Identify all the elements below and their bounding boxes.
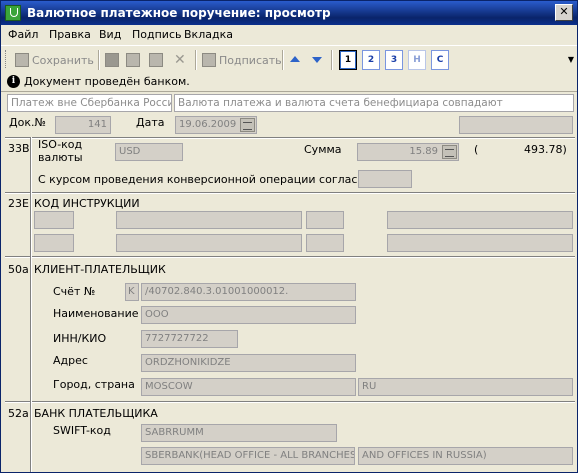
divider [5,137,575,139]
swift-code-field[interactable]: SABRRUMM [141,424,337,442]
sum-value: 15.89 [409,146,438,157]
instruction-code-field[interactable] [306,211,344,229]
toolbar-separator [98,50,100,70]
address-field[interactable]: ORDZHONIKIDZE [141,354,356,372]
print-icon [105,53,119,67]
app-icon [5,5,21,21]
print-button[interactable] [105,51,122,69]
sign-button[interactable]: Подписать [202,51,282,69]
section-code-52a: 52a [8,407,29,420]
save-button[interactable]: Сохранить [15,51,94,69]
column-divider [30,137,32,472]
toolbar-separator [282,50,284,70]
payment-order-window: Валютное платежное поручение: просмотр ✕… [0,0,578,473]
page-h-button[interactable]: H [408,50,426,70]
date-label: Дата [136,116,165,129]
divider [5,192,575,194]
calculator-icon[interactable] [442,145,457,159]
menu-tab[interactable]: Вкладка [184,28,233,41]
payment-type-field[interactable]: Платеж вне Сбербанка России [7,94,172,112]
account-prefix-field[interactable]: K [125,283,139,301]
title-bar[interactable]: Валютное платежное поручение: просмотр ✕ [1,1,577,25]
account-field[interactable]: /40702.840.3.01001000012. [141,283,356,301]
toolbar-separator [195,50,197,70]
delete-icon: ✕ [174,52,186,68]
sum-field[interactable]: 15.89 [357,143,459,161]
extra-header-field[interactable] [459,116,573,134]
divider [5,401,575,403]
currency-note-field[interactable]: Валюта платежа и валюта счета бенефициар… [174,94,574,112]
calendar-icon[interactable] [240,118,255,132]
toolbar-grip[interactable] [5,50,9,68]
instruction-code-title: КОД ИНСТРУКЦИИ [34,197,140,210]
iso-code-label-line2: валюты [38,151,83,164]
page-1-button[interactable]: 1 [339,50,357,70]
paste-icon [149,53,163,67]
instruction-info-field[interactable] [387,234,573,252]
save-icon [15,53,29,67]
iso-code-field[interactable]: USD [115,143,183,161]
conversion-rate-field[interactable] [358,170,412,188]
info-message: Документ проведён банком. [24,75,190,88]
toolbar: Сохранить ✕ Подписать 1 2 3 H C ▼ [1,45,577,75]
sign-button-label: Подписать [219,53,282,67]
toolbar-separator [331,50,333,70]
copy-icon [126,53,140,67]
menu-edit[interactable]: Правка [49,28,91,41]
name-field[interactable]: ООО [141,306,356,324]
payment-form: Платеж вне Сбербанка России Валюта плате… [1,92,577,472]
iso-code-label-line1: ISO-код [38,138,83,151]
inn-field[interactable]: 7727727722 [141,330,238,348]
payer-bank-title: БАНК ПЛАТЕЛЬЩИКА [34,407,158,420]
save-button-label: Сохранить [32,53,94,67]
city-country-label: Город, страна [53,378,135,391]
page-c-button[interactable]: C [431,50,449,70]
close-button[interactable]: ✕ [555,4,573,21]
date-value: 19.06.2009 [179,119,237,130]
divider [5,256,575,258]
instruction-code-field[interactable] [306,234,344,252]
section-code-33b: 33B [8,142,30,155]
country-field[interactable]: RU [358,378,573,396]
page-3-button[interactable]: 3 [385,50,403,70]
delete-button[interactable]: ✕ [174,51,186,69]
instruction-info-field[interactable] [116,234,302,252]
doc-number-label: Док.№ [9,116,46,129]
menu-sign[interactable]: Подпись [132,28,181,41]
name-label: Наименование [53,307,139,320]
account-label: Счёт № [53,285,96,298]
menu-bar: Файл Правка Вид Подпись Вкладка [1,25,577,45]
date-field[interactable]: 19.06.2009 [175,116,257,134]
arrow-up-icon[interactable] [290,56,300,62]
instruction-info-field[interactable] [116,211,302,229]
converted-amount: 493.78) [524,143,567,156]
copy-button[interactable] [126,51,143,69]
instruction-info-field[interactable] [387,211,573,229]
menu-view[interactable]: Вид [99,28,121,41]
menu-file[interactable]: Файл [8,28,38,41]
doc-number-field[interactable]: 141 [55,116,111,134]
bank-name-continued-field[interactable]: AND OFFICES IN RUSSIA) [358,447,573,465]
window-title: Валютное платежное поручение: просмотр [27,6,331,20]
toolbar-overflow-icon[interactable]: ▼ [567,50,575,70]
paste-button[interactable] [149,51,166,69]
instruction-code-field[interactable] [34,211,74,229]
swift-code-label: SWIFT-код [53,424,111,437]
inn-label: ИНН/КИО [53,332,107,345]
section-code-23e: 23E [8,197,29,210]
instruction-code-field[interactable] [34,234,74,252]
address-label: Адрес [53,354,88,367]
arrow-down-icon[interactable] [312,57,322,63]
sum-label: Сумма [304,143,342,156]
sign-icon [202,53,216,67]
converted-open-paren: ( [474,143,479,156]
info-icon: i [7,75,20,88]
city-field[interactable]: MOSCOW [141,378,356,396]
bank-name-field[interactable]: SBERBANK(HEAD OFFICE - ALL BRANCHES [141,447,355,465]
page-2-button[interactable]: 2 [362,50,380,70]
payer-client-title: КЛИЕНТ-ПЛАТЕЛЬЩИК [34,263,166,276]
section-code-50a: 50a [8,263,29,276]
info-bar: i Документ проведён банком. [1,73,577,92]
conversion-rate-label: С курсом проведения конверсионной операц… [38,173,374,186]
